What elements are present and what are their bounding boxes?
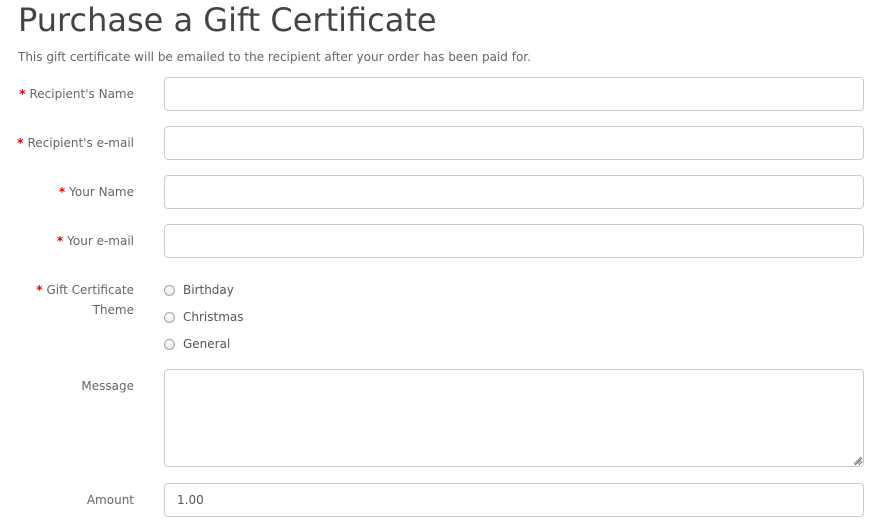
theme-label-line1: Gift Certificate [46,283,135,297]
theme-option-christmas[interactable]: Christmas [164,307,244,327]
theme-option-birthday[interactable]: Birthday [164,280,234,300]
theme-label-line2: Theme [92,303,134,317]
radio-button-icon[interactable] [164,311,175,323]
amount-input[interactable] [164,483,864,517]
theme-option-label: Birthday [183,283,234,297]
your-name-label: * Your Name [59,182,134,202]
message-textarea[interactable] [164,369,864,467]
theme-label-continued: Theme [93,300,134,320]
required-marker: * [58,185,66,199]
your-name-label-text: Your Name [69,185,134,199]
recipient-name-input[interactable] [164,77,864,111]
required-marker: * [36,283,43,297]
required-marker: * [19,87,26,101]
message-label: Message [81,376,134,396]
message-label-text: Message [81,379,134,393]
amount-label: Amount [87,490,134,510]
gift-certificate-page: Purchase a Gift Certificate This gift ce… [0,0,872,527]
recipient-email-label-text: Recipient's e-mail [27,136,134,150]
your-email-label: * Your e-mail [57,231,134,251]
your-email-label-text: Your e-mail [67,234,134,248]
theme-option-general[interactable]: General [164,334,230,354]
your-name-input[interactable] [164,175,864,209]
theme-option-label: Christmas [183,310,244,324]
theme-option-label: General [183,337,231,351]
amount-label-text: Amount [86,493,134,507]
required-marker: * [56,234,64,248]
recipient-email-label: * Recipient's e-mail [17,133,134,153]
theme-label: * Gift Certificate [36,280,134,300]
page-title: Purchase a Gift Certificate [18,1,437,39]
page-intro-text: This gift certificate will be emailed to… [18,50,531,64]
recipient-email-input[interactable] [164,126,864,160]
your-email-input[interactable] [164,224,864,258]
radio-button-icon[interactable] [164,284,175,296]
required-marker: * [17,136,24,150]
recipient-name-label-text: Recipient's Name [29,87,134,101]
recipient-name-label: * Recipient's Name [19,84,134,104]
radio-button-icon[interactable] [164,338,175,350]
